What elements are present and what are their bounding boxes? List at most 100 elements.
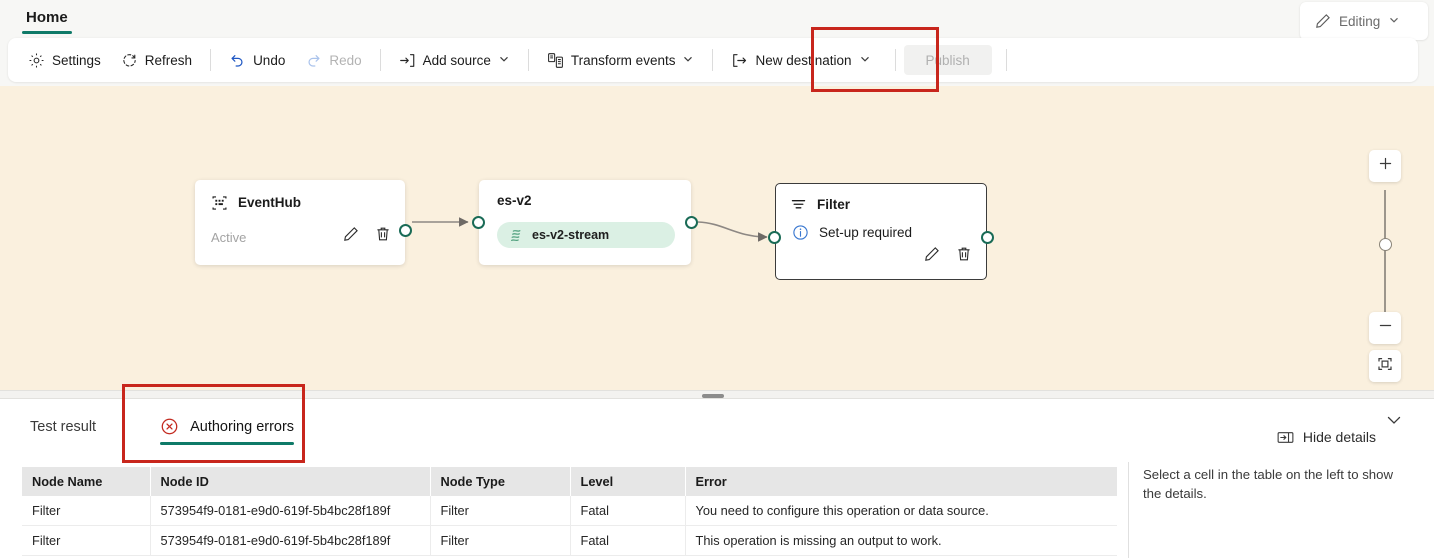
trash-icon[interactable] xyxy=(956,246,972,262)
hide-details-label: Hide details xyxy=(1302,429,1376,445)
pencil-icon[interactable] xyxy=(924,246,940,262)
redo-button: Redo xyxy=(295,44,371,76)
tab-home-active-indicator xyxy=(22,31,72,34)
new-destination-button[interactable]: New destination xyxy=(721,44,880,76)
cell-node-name[interactable]: Filter xyxy=(22,496,151,526)
node-eventhub-actions xyxy=(343,226,391,242)
stream-pill[interactable]: es-v2-stream xyxy=(497,222,675,248)
port-es-v2-output[interactable] xyxy=(685,216,698,229)
table-row[interactable]: Filter 573954f9-0181-e9d0-619f-5b4bc28f1… xyxy=(22,496,1117,526)
ribbon-tabstrip: Home xyxy=(0,0,1434,40)
trash-icon[interactable] xyxy=(375,226,391,242)
tab-home[interactable]: Home xyxy=(22,0,72,34)
transform-events-button[interactable]: Transform events xyxy=(537,44,705,76)
tab-test-result-label: Test result xyxy=(30,418,97,435)
details-divider xyxy=(1128,462,1129,558)
add-source-button[interactable]: Add source xyxy=(389,44,520,76)
tab-authoring-errors[interactable]: Authoring errors xyxy=(160,399,295,454)
tab-authoring-errors-active-indicator xyxy=(160,442,295,445)
node-eventhub-status: Active xyxy=(211,230,247,245)
tab-home-label: Home xyxy=(26,9,68,26)
stream-icon xyxy=(509,228,524,243)
eventstream-canvas[interactable]: EventHub Active es-v2 es-v2-stream Filte… xyxy=(0,86,1434,390)
command-toolbar: Settings Refresh Undo Redo Add source Tr… xyxy=(8,38,1418,82)
editing-mode-label: Editing xyxy=(1339,13,1381,29)
tab-authoring-errors-label: Authoring errors xyxy=(190,418,295,435)
node-filter-title: Filter xyxy=(817,197,851,212)
settings-label: Settings xyxy=(52,52,101,68)
refresh-button[interactable]: Refresh xyxy=(111,44,202,76)
col-level[interactable]: Level xyxy=(570,467,686,496)
node-eventhub-title: EventHub xyxy=(238,195,302,210)
splitter-grip[interactable] xyxy=(702,394,724,398)
error-circle-x-icon xyxy=(160,417,179,436)
hide-details-button[interactable]: Hide details xyxy=(1277,429,1376,445)
add-source-label: Add source xyxy=(422,52,491,68)
arrow-into-bracket-icon xyxy=(399,52,416,69)
zoom-slider-thumb[interactable] xyxy=(1378,238,1392,251)
toolbar-divider xyxy=(210,49,212,71)
minus-icon xyxy=(1378,318,1393,338)
zoom-out-button[interactable] xyxy=(1369,312,1401,344)
chevron-down-icon xyxy=(1388,14,1400,28)
port-filter-output[interactable] xyxy=(981,231,994,244)
tab-test-result[interactable]: Test result xyxy=(30,399,96,454)
eventstream-editor-window: Home Editing Settings Refresh Undo Redo … xyxy=(0,0,1434,558)
port-es-v2-input[interactable] xyxy=(472,216,485,229)
stream-pill-label: es-v2-stream xyxy=(532,228,610,242)
zoom-slider-track[interactable] xyxy=(1384,190,1386,316)
col-error[interactable]: Error xyxy=(685,467,1117,496)
cell-level[interactable]: Fatal xyxy=(570,496,686,526)
transform-events-label: Transform events xyxy=(570,52,676,68)
bottom-panel-tabs: Test result Authoring errors Hide detail… xyxy=(0,399,1434,454)
refresh-label: Refresh xyxy=(144,52,193,68)
cell-node-id[interactable]: 573954f9-0181-e9d0-619f-5b4bc28f189f xyxy=(150,525,431,556)
node-filter-status: Set-up required xyxy=(819,225,913,240)
col-node-name[interactable]: Node Name xyxy=(22,467,151,496)
settings-button[interactable]: Settings xyxy=(18,44,111,76)
connector-esv2-to-filter xyxy=(697,221,768,242)
col-node-id[interactable]: Node ID xyxy=(150,467,431,496)
cell-node-type[interactable]: Filter xyxy=(430,525,571,556)
fit-to-screen-button[interactable] xyxy=(1369,350,1401,382)
panel-right-icon xyxy=(1277,430,1294,445)
cell-node-id[interactable]: 573954f9-0181-e9d0-619f-5b4bc28f189f xyxy=(150,496,431,526)
node-filter[interactable]: Filter Set-up required xyxy=(768,183,994,280)
pencil-icon xyxy=(1314,13,1331,30)
collapse-panel-chevron-down-icon[interactable] xyxy=(1384,410,1404,435)
undo-button[interactable]: Undo xyxy=(219,44,295,76)
cell-error[interactable]: You need to configure this operation or … xyxy=(685,496,1117,526)
node-eventhub[interactable]: EventHub Active xyxy=(195,180,412,265)
cell-level[interactable]: Fatal xyxy=(570,525,686,556)
port-eventhub-output[interactable] xyxy=(399,224,412,237)
panel-splitter[interactable] xyxy=(0,390,1434,399)
node-eventhub-title-row: EventHub xyxy=(211,194,301,211)
table-row[interactable]: Filter 573954f9-0181-e9d0-619f-5b4bc28f1… xyxy=(22,525,1117,556)
cell-node-type[interactable]: Filter xyxy=(430,496,571,526)
zoom-in-button[interactable] xyxy=(1369,150,1401,182)
editing-mode-dropdown[interactable]: Editing xyxy=(1300,2,1428,40)
undo-arrow-icon xyxy=(229,52,246,69)
node-filter-actions xyxy=(924,246,972,262)
cell-node-name[interactable]: Filter xyxy=(22,525,151,556)
fit-to-screen-icon xyxy=(1377,356,1393,377)
toolbar-divider xyxy=(527,49,529,71)
col-node-type[interactable]: Node Type xyxy=(430,467,571,496)
port-filter-input[interactable] xyxy=(768,231,781,244)
info-icon xyxy=(792,224,809,241)
redo-arrow-icon xyxy=(305,52,322,69)
toolbar-divider xyxy=(379,49,381,71)
toolbar-divider xyxy=(894,49,896,71)
toolbar-divider xyxy=(1005,49,1007,71)
node-es-v2[interactable]: es-v2 es-v2-stream xyxy=(472,180,698,265)
chevron-down-icon xyxy=(859,53,871,67)
pencil-icon[interactable] xyxy=(343,226,359,242)
authoring-errors-table-wrapper: Node Name Node ID Node Type Level Error … xyxy=(22,467,1117,556)
node-es-v2-title-row: es-v2 xyxy=(497,193,532,208)
ribbon: Home Editing Settings Refresh Undo Redo … xyxy=(0,0,1434,86)
table-header-row: Node Name Node ID Node Type Level Error xyxy=(22,467,1117,496)
chevron-down-icon xyxy=(682,53,694,67)
plus-icon xyxy=(1378,156,1393,176)
toolbar-divider xyxy=(712,49,714,71)
cell-error[interactable]: This operation is missing an output to w… xyxy=(685,525,1117,556)
